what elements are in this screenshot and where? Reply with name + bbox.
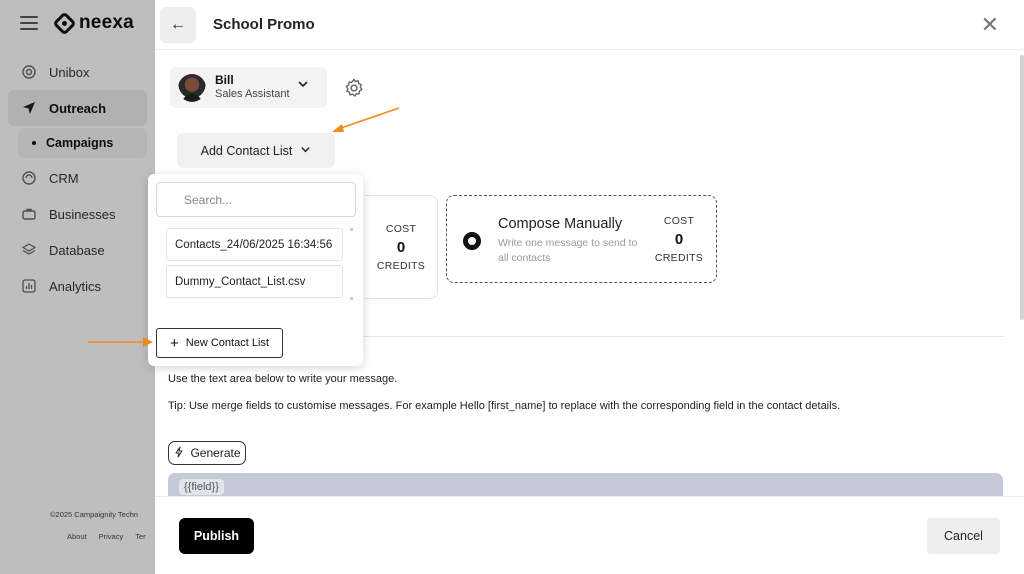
panel-title: School Promo: [213, 16, 315, 33]
compose-title: Compose Manually: [498, 216, 623, 232]
new-contact-list-label: New Contact List: [185, 337, 269, 349]
contact-list-dropdown: Contacts_24/06/2025 16:34:56 Dummy_Conta…: [148, 174, 363, 366]
new-contact-list-button[interactable]: + New Contact List: [156, 328, 283, 358]
annotation-arrow-icon: [332, 107, 400, 132]
template-option-card[interactable]: COST 0 CREDITS: [365, 195, 438, 299]
agent-role: Sales Assistant: [215, 88, 290, 101]
agent-info: Bill Sales Assistant: [215, 73, 290, 102]
plus-icon: +: [170, 334, 179, 352]
gear-icon[interactable]: [343, 77, 365, 99]
message-editor[interactable]: {{field}}: [168, 473, 1003, 497]
add-contact-list-button[interactable]: Add Contact List: [177, 133, 335, 168]
modal-overlay[interactable]: [0, 0, 155, 574]
compose-manually-card[interactable]: Compose Manually Write one message to se…: [446, 195, 717, 283]
annotation-arrow-icon: [88, 337, 153, 347]
agent-selector[interactable]: Bill Sales Assistant: [170, 67, 327, 108]
avatar: [178, 73, 206, 102]
cost-label: COST: [663, 215, 695, 227]
instruction-text: Use the text area below to write your me…: [168, 373, 398, 385]
cancel-button[interactable]: Cancel: [927, 518, 1000, 554]
panel-footer: Publish Cancel: [155, 496, 1024, 574]
generate-label: Generate: [190, 446, 241, 460]
generate-button[interactable]: Generate: [168, 441, 246, 465]
chevron-down-icon: [300, 144, 311, 158]
sparkle-icon: [173, 445, 185, 461]
cost-value: 0: [396, 238, 406, 256]
close-icon[interactable]: ✕: [981, 14, 999, 36]
arrow-left-icon: ←: [170, 15, 186, 33]
panel-header: ← School Promo: [155, 0, 1024, 50]
dropdown-scrollbar[interactable]: [350, 228, 353, 300]
scrollbar[interactable]: [1020, 55, 1024, 320]
search-input[interactable]: [156, 182, 356, 217]
compose-cost: COST 0 CREDITS: [655, 215, 703, 264]
add-contact-list-label: Add Contact List: [200, 143, 293, 158]
cost-unit: CREDITS: [654, 252, 704, 264]
tip-text: Tip: Use merge fields to customise messa…: [168, 400, 841, 412]
agent-name: Bill: [215, 73, 234, 88]
chevron-down-icon: [297, 78, 309, 93]
cost-value: 0: [674, 231, 684, 248]
merge-field-chip[interactable]: {{field}}: [179, 479, 224, 495]
list-item[interactable]: Contacts_24/06/2025 16:34:56: [166, 228, 343, 261]
radio-selected[interactable]: [463, 232, 481, 250]
publish-button[interactable]: Publish: [179, 518, 254, 554]
back-button[interactable]: ←: [160, 6, 196, 43]
cost-unit: CREDITS: [376, 259, 426, 272]
compose-description: Write one message to send to all contact…: [498, 237, 638, 265]
cost-label: COST: [385, 222, 417, 235]
list-item[interactable]: Dummy_Contact_List.csv: [166, 265, 343, 298]
